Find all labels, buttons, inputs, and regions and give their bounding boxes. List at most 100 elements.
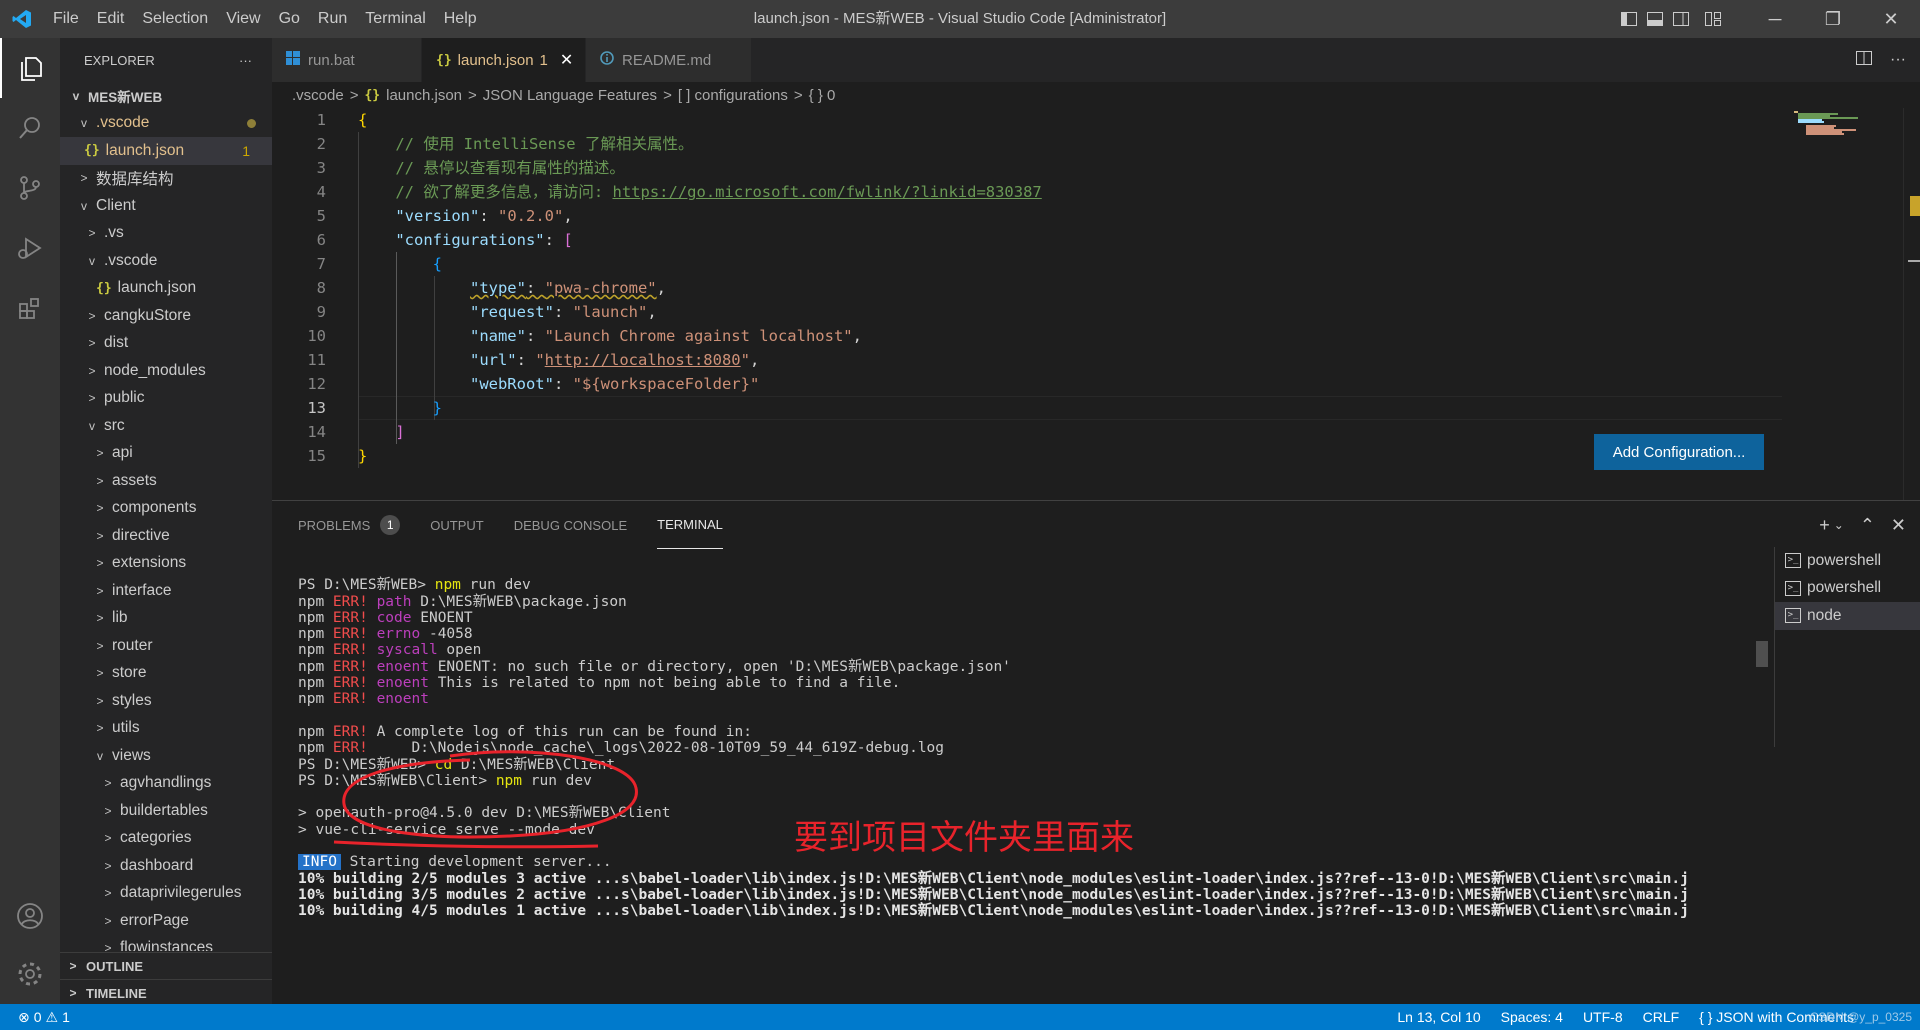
tab-run-bat[interactable]: run.bat xyxy=(272,38,422,82)
run-debug-icon[interactable] xyxy=(0,218,60,278)
tree-item[interactable]: > buildertables xyxy=(60,797,272,825)
terminal-output[interactable]: PS D:\MES新WEB> npm run dev npm ERR! path… xyxy=(298,561,1768,1001)
toggle-secondary-sidebar-icon[interactable] xyxy=(1668,0,1694,38)
search-icon[interactable] xyxy=(0,98,60,158)
outline-section[interactable]: > OUTLINE xyxy=(60,952,272,979)
menu-go[interactable]: Go xyxy=(270,0,309,38)
encoding[interactable]: UTF-8 xyxy=(1583,1009,1623,1025)
tab-problems[interactable]: PROBLEMS 1 xyxy=(298,501,401,549)
tree-item[interactable]: v .vscode xyxy=(60,247,272,275)
menu-run[interactable]: Run xyxy=(309,0,356,38)
json-value-link[interactable]: http://localhost:8080 xyxy=(545,351,741,369)
terminal-scrollbar[interactable] xyxy=(1756,641,1768,667)
tree-item[interactable]: > extensions xyxy=(60,550,272,578)
tree-item[interactable]: > cangkuStore xyxy=(60,302,272,330)
menu-view[interactable]: View xyxy=(217,0,269,38)
source-control-icon[interactable] xyxy=(0,158,60,218)
tree-item[interactable]: > api xyxy=(60,440,272,468)
menu-edit[interactable]: Edit xyxy=(88,0,134,38)
settings-gear-icon[interactable] xyxy=(0,944,60,1004)
warning-count: 1 xyxy=(62,1009,70,1025)
tree-item[interactable]: > dashboard xyxy=(60,852,272,880)
tree-item[interactable]: v src xyxy=(60,412,272,440)
tab-debug-console[interactable]: DEBUG CONSOLE xyxy=(514,501,627,549)
tab-readme[interactable]: README.md xyxy=(586,38,752,82)
tree-item-label: .vs xyxy=(104,224,124,242)
tree-item[interactable]: > flowinstances xyxy=(60,935,272,950)
explorer-more-icon[interactable]: ··· xyxy=(239,53,252,68)
tab-output[interactable]: OUTPUT xyxy=(430,501,483,549)
tree-file-label: launch.json xyxy=(105,141,185,159)
tree-item[interactable]: > styles xyxy=(60,687,272,715)
tree-item[interactable]: > utils xyxy=(60,715,272,743)
breadcrumb-item[interactable]: JSON Language Features xyxy=(483,87,657,104)
minimize-icon[interactable]: ─ xyxy=(1746,0,1804,38)
workspace-root[interactable]: v MES新WEB xyxy=(60,82,272,110)
terminal-item-powershell[interactable]: >_ powershell xyxy=(1775,575,1920,603)
customize-layout-icon[interactable] xyxy=(1700,0,1726,38)
chevron-down-icon[interactable]: ⌄ xyxy=(1834,518,1844,532)
tree-item[interactable]: > public xyxy=(60,385,272,413)
tree-item[interactable]: > agvhandlings xyxy=(60,770,272,798)
toggle-panel-icon[interactable] xyxy=(1642,0,1668,38)
new-terminal-icon[interactable]: + xyxy=(1819,515,1830,536)
accounts-icon[interactable] xyxy=(0,886,60,946)
tree-item[interactable]: > components xyxy=(60,495,272,523)
menu-help[interactable]: Help xyxy=(435,0,486,38)
breadcrumb-item[interactable]: .vscode xyxy=(292,87,344,104)
tree-item[interactable]: v Client xyxy=(60,192,272,220)
json-key: "url" xyxy=(469,351,517,369)
tree-item[interactable]: v views xyxy=(60,742,272,770)
extensions-icon[interactable] xyxy=(0,278,60,338)
breadcrumb-item[interactable]: { } 0 xyxy=(809,87,836,104)
tree-file-launch-json[interactable]: {} launch.json 1 xyxy=(60,137,272,165)
terminal-item-powershell[interactable]: >_ powershell xyxy=(1775,547,1920,575)
minimap[interactable] xyxy=(1790,108,1900,498)
timeline-section[interactable]: > TIMELINE xyxy=(60,979,272,1006)
add-configuration-button[interactable]: Add Configuration... xyxy=(1594,434,1764,470)
terminal-icon: >_ xyxy=(1785,553,1801,569)
maximize-panel-icon[interactable]: ⌃ xyxy=(1860,515,1875,536)
tree-item[interactable]: > dist xyxy=(60,330,272,358)
tree-item[interactable]: > categories xyxy=(60,825,272,853)
explorer-icon[interactable] xyxy=(0,38,60,98)
tree-item-label: launch.json xyxy=(117,279,197,297)
problems-status[interactable]: ⊗ 0 ⚠ 1 xyxy=(0,1009,70,1026)
tab-launch-json[interactable]: {} launch.json 1 ✕ xyxy=(422,38,586,82)
tree-item[interactable]: > assets xyxy=(60,467,272,495)
end-of-line[interactable]: CRLF xyxy=(1643,1009,1680,1025)
tree-item[interactable]: > errorPage xyxy=(60,907,272,935)
tree-item[interactable]: > router xyxy=(60,632,272,660)
breadcrumb-item[interactable]: [ ] configurations xyxy=(678,87,788,104)
tree-item[interactable]: > store xyxy=(60,660,272,688)
tree-item[interactable]: > lib xyxy=(60,605,272,633)
menu-selection[interactable]: Selection xyxy=(133,0,217,38)
toggle-sidebar-icon[interactable] xyxy=(1616,0,1642,38)
close-panel-icon[interactable]: ✕ xyxy=(1891,515,1906,536)
breadcrumb-item[interactable]: launch.json xyxy=(386,87,462,104)
code-line: 8 "type": "pwa-chrome", xyxy=(316,279,666,297)
tree-item[interactable]: {} launch.json xyxy=(60,275,272,303)
tree-item[interactable]: > directive xyxy=(60,522,272,550)
indentation[interactable]: Spaces: 4 xyxy=(1501,1009,1563,1025)
cursor-position[interactable]: Ln 13, Col 10 xyxy=(1397,1009,1480,1025)
terminal-item-node[interactable]: >_ node xyxy=(1775,602,1920,630)
tree-item[interactable]: > node_modules xyxy=(60,357,272,385)
chevron-down-icon: v xyxy=(89,418,95,433)
close-tab-icon[interactable]: ✕ xyxy=(560,50,573,70)
more-actions-icon[interactable]: ··· xyxy=(1890,51,1906,69)
tree-item[interactable]: > interface xyxy=(60,577,272,605)
comment-link[interactable]: https://go.microsoft.com/fwlink/?linkid=… xyxy=(613,183,1042,201)
restore-icon[interactable]: ❐ xyxy=(1804,0,1862,38)
menu-terminal[interactable]: Terminal xyxy=(356,0,434,38)
tree-folder-vscode[interactable]: v .vscode xyxy=(60,110,272,138)
editor-scrollbar[interactable] xyxy=(1903,108,1920,500)
tree-item[interactable]: > 数据库结构 xyxy=(60,165,272,193)
close-window-icon[interactable]: ✕ xyxy=(1862,0,1920,38)
split-editor-icon[interactable] xyxy=(1856,50,1873,70)
menu-file[interactable]: File xyxy=(44,0,88,38)
tab-terminal[interactable]: TERMINAL xyxy=(657,501,723,549)
tree-item[interactable]: > .vs xyxy=(60,220,272,248)
tree-item[interactable]: > dataprivilegerules xyxy=(60,880,272,908)
chevron-right-icon: > xyxy=(69,986,77,1000)
